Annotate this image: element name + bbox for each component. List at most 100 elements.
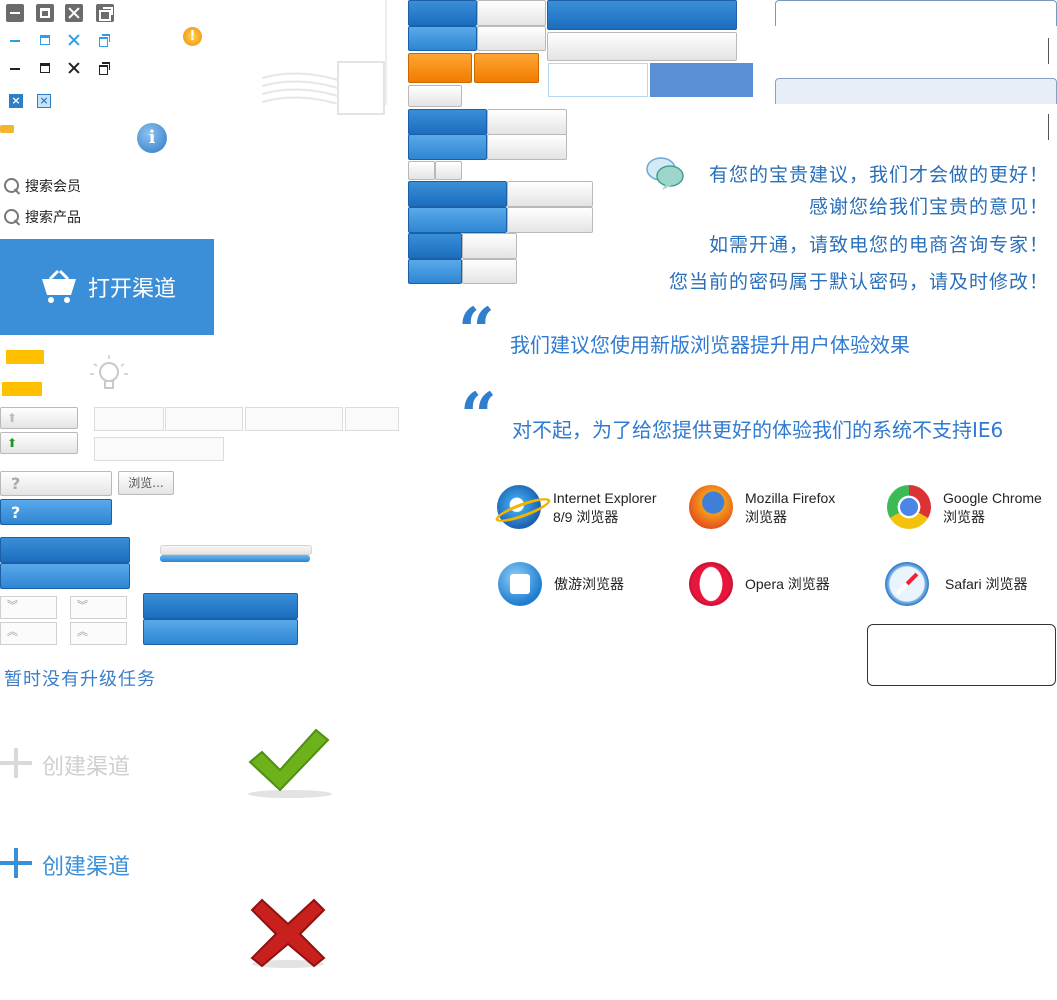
blue-wide-button[interactable] <box>547 0 737 30</box>
search-products-link[interactable]: 搜索产品 <box>4 207 81 227</box>
browser-item-chrome[interactable]: Google Chrome 浏览器 <box>887 485 1057 535</box>
create-channel-label: 创建渠道 <box>42 855 131 880</box>
file-path-input[interactable]: ? <box>0 471 112 496</box>
blue-button-hover[interactable] <box>408 26 477 51</box>
gray-button[interactable] <box>477 26 546 51</box>
minimize-icon[interactable] <box>6 4 24 22</box>
close-icon[interactable] <box>65 4 83 22</box>
postmark-icon <box>261 61 385 115</box>
small-gray-button[interactable] <box>435 161 462 180</box>
input-focus-box[interactable] <box>548 63 648 97</box>
chat-bubble-icon <box>0 125 14 133</box>
gray-wide-button[interactable] <box>547 32 737 61</box>
browser-item-opera[interactable]: Opera 浏览器 <box>689 562 889 612</box>
panel-frame <box>775 0 1057 26</box>
gray-button[interactable] <box>507 181 593 207</box>
gray-button[interactable] <box>477 0 546 26</box>
no-upgrade-text: 暂时没有升级任务 <box>4 669 156 690</box>
gray-button[interactable] <box>408 85 462 107</box>
browser-unsupported-text: 对不起，为了给您提供更好的体验我们的系统不支持IE6 <box>512 418 1004 442</box>
gray-button[interactable] <box>462 233 517 259</box>
quote-icon: “ <box>460 379 497 454</box>
blue-button[interactable] <box>408 109 487 135</box>
gray-button[interactable] <box>507 207 593 233</box>
orange-button[interactable] <box>474 53 539 83</box>
progress-track <box>160 545 312 555</box>
restore-icon-dark[interactable] <box>98 61 112 75</box>
chevron-up-icon: ︽ <box>77 625 88 638</box>
blue-button[interactable] <box>143 593 298 619</box>
minimize-icon-blue[interactable] <box>8 33 22 47</box>
restore-icon[interactable] <box>96 4 114 22</box>
expand-button[interactable]: ︾ <box>70 596 127 619</box>
search-members-link[interactable]: 搜索会员 <box>4 176 81 196</box>
scrollbar[interactable] <box>1048 38 1057 64</box>
browser-item-firefox[interactable]: Mozilla Firefox 浏览器 <box>689 485 889 535</box>
browser-recommend-text: 我们建议您使用新版浏览器提升用户体验效果 <box>510 333 910 357</box>
arrow-up-icon: ⬆ <box>7 411 18 425</box>
opera-icon <box>689 562 733 606</box>
lightbulb-icon <box>90 355 128 389</box>
feedback-message-4: 您当前的密码属于默认密码，请及时修改！ <box>668 271 1049 293</box>
empty-field[interactable] <box>245 407 343 431</box>
close-box-icon[interactable]: × <box>9 94 23 108</box>
orange-button[interactable] <box>408 53 472 83</box>
empty-field[interactable] <box>165 407 243 431</box>
close-box-icon-light[interactable]: × <box>37 94 51 108</box>
collapse-button[interactable]: ︽ <box>0 622 57 645</box>
maximize-icon[interactable] <box>36 4 54 22</box>
maximize-icon-blue[interactable] <box>38 33 52 47</box>
help-button[interactable]: ? <box>0 499 112 525</box>
empty-field[interactable] <box>345 407 399 431</box>
open-channel-label: 打开渠道 <box>88 277 177 302</box>
empty-field[interactable] <box>94 437 224 461</box>
maximize-icon-dark[interactable] <box>38 61 52 75</box>
panel-header <box>775 78 1057 104</box>
tooltip-box <box>867 624 1056 686</box>
move-up-button[interactable]: ⬆ <box>0 407 78 429</box>
browser-item-maxthon[interactable]: 傲游浏览器 <box>498 562 698 612</box>
expand-button[interactable]: ︾ <box>0 596 57 619</box>
chat-bubbles-icon <box>646 157 684 190</box>
error-x-icon <box>250 898 326 968</box>
gray-button[interactable] <box>487 109 567 135</box>
blue-button-hover[interactable] <box>408 207 507 233</box>
search-icon <box>4 178 19 193</box>
blue-button[interactable] <box>408 233 462 259</box>
move-up-button-active[interactable]: ⬆ <box>0 432 78 454</box>
chevron-down-icon: ︾ <box>77 599 88 612</box>
blue-button-hover[interactable] <box>0 563 130 589</box>
gray-button[interactable] <box>487 134 567 160</box>
blue-button[interactable] <box>408 0 477 26</box>
create-channel-button[interactable]: 创建渠道 <box>0 846 150 882</box>
blue-button-hover[interactable] <box>408 259 462 284</box>
blue-button-hover[interactable] <box>143 619 298 645</box>
question-icon: ? <box>11 474 21 493</box>
small-gray-button[interactable] <box>408 161 435 180</box>
divider <box>385 0 387 105</box>
open-channel-button[interactable]: 打开渠道 <box>0 239 214 335</box>
progress-bar <box>160 555 310 562</box>
quote-icon: “ <box>458 294 495 369</box>
browser-item-ie[interactable]: Internet Explorer 8/9 浏览器 <box>493 485 697 535</box>
blue-button-hover[interactable] <box>408 134 487 160</box>
minimize-icon-dark[interactable] <box>8 61 22 75</box>
restore-icon-blue[interactable] <box>98 33 112 47</box>
blue-block <box>650 63 753 97</box>
gray-button[interactable] <box>462 259 517 284</box>
close-icon-blue[interactable] <box>67 33 81 47</box>
scrollbar[interactable] <box>1048 114 1057 140</box>
empty-field[interactable] <box>94 407 164 431</box>
yellow-tag <box>6 350 44 364</box>
basket-icon <box>42 269 76 303</box>
collapse-button[interactable]: ︽ <box>70 622 127 645</box>
browse-button[interactable]: 浏览... <box>118 471 174 495</box>
close-icon-dark[interactable] <box>67 61 81 75</box>
blue-button[interactable] <box>408 181 507 207</box>
blue-button[interactable] <box>0 537 130 563</box>
info-icon: i <box>137 123 167 153</box>
create-channel-button-disabled[interactable]: 创建渠道 <box>0 746 150 782</box>
chevron-down-icon: ︾ <box>7 599 18 612</box>
browser-item-safari[interactable]: Safari 浏览器 <box>885 562 1057 612</box>
feedback-message-1: 有您的宝贵建议，我们才会做的更好！ <box>708 164 1049 186</box>
